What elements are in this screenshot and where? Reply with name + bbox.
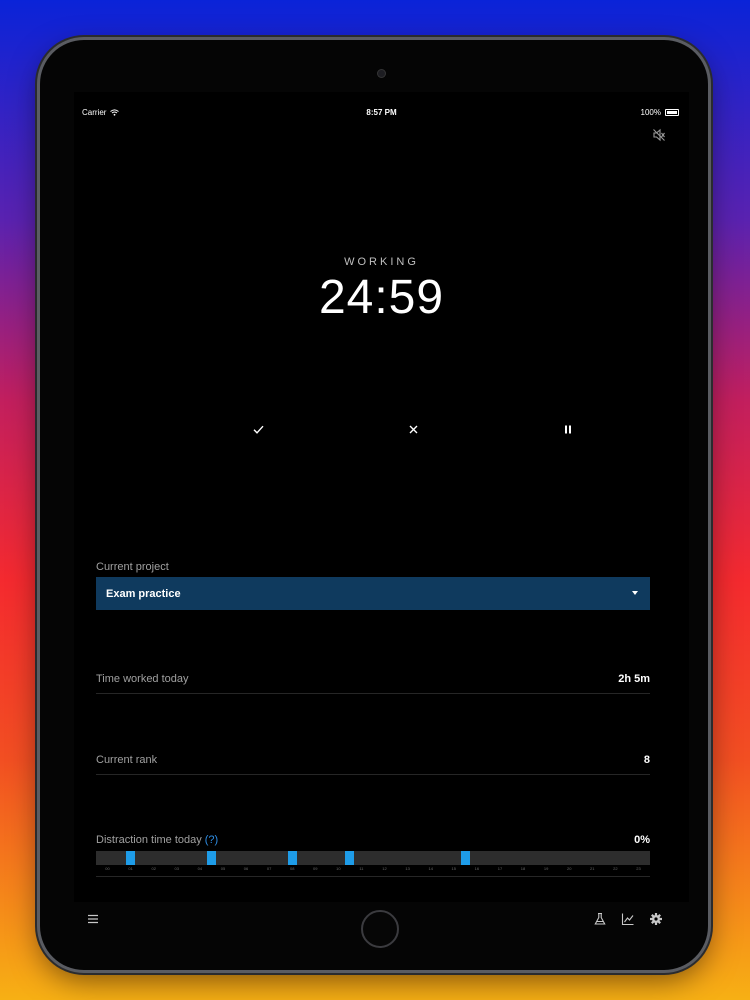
cancel-session-button[interactable] <box>403 421 423 437</box>
gear-icon[interactable] <box>649 912 663 926</box>
timeline-hour-label: 14 <box>428 866 433 871</box>
flask-icon[interactable] <box>593 912 607 926</box>
timeline-hour-label: 03 <box>174 866 180 871</box>
timeline-hour-label: 18 <box>520 866 526 871</box>
timeline-hour-label: 07 <box>266 866 272 871</box>
battery-icon <box>665 109 679 116</box>
complete-session-button[interactable] <box>248 421 268 437</box>
pause-session-button[interactable] <box>558 421 578 437</box>
timeline-hour-label: 12 <box>382 866 387 871</box>
app-screen: Carrier 8:57 PM 100% WORKING 24:59 Curre… <box>74 92 689 926</box>
timeline-hour-label: 13 <box>405 866 410 871</box>
timeline-hour-label: 22 <box>613 866 618 871</box>
check-icon <box>253 425 264 434</box>
chevron-down-icon <box>632 591 638 595</box>
time-worked-value: 2h 5m <box>618 673 650 685</box>
chart-icon[interactable] <box>621 912 635 926</box>
timeline-hour-label: 21 <box>590 866 595 871</box>
timeline-hour-label: 06 <box>243 866 249 871</box>
sound-off-icon[interactable] <box>652 128 666 142</box>
timeline-hour-label: 09 <box>313 866 318 871</box>
divider <box>96 876 650 877</box>
timeline-hour-label: 04 <box>197 866 203 871</box>
time-worked-row: Time worked today 2h 5m <box>96 673 650 694</box>
timeline-hour-label: 20 <box>566 866 572 871</box>
timeline-hour-label: 00 <box>105 866 110 871</box>
rank-label: Current rank <box>96 754 158 766</box>
timer-mode-label: WORKING <box>344 256 419 268</box>
timeline-hour-label: 10 <box>336 866 341 871</box>
timeline-session-mark <box>460 851 470 865</box>
timeline-hour-label: 05 <box>220 866 226 871</box>
project-select[interactable]: Exam practice <box>96 577 650 610</box>
timeline-session-mark <box>287 851 297 865</box>
menu-icon[interactable] <box>86 912 100 926</box>
camera <box>377 69 386 78</box>
distraction-label: Distraction time today <box>96 834 202 846</box>
close-icon <box>409 425 417 433</box>
timeline-hour-label: 01 <box>128 866 133 871</box>
timeline-hour-label: 17 <box>497 866 503 871</box>
rank-row: Current rank 8 <box>96 754 650 775</box>
timeline-session-mark <box>345 851 355 865</box>
status-right: 100% <box>641 108 679 117</box>
tablet-frame: Carrier 8:57 PM 100% WORKING 24:59 Curre… <box>40 40 708 970</box>
timeline-session-mark <box>206 851 216 865</box>
timeline-hour-label: 11 <box>359 866 364 871</box>
timeline-hour-labels: 00 01 02 03 04 05 06 07 08 09 10 11 12 13 14 15 16 17 18 19… <box>96 866 650 874</box>
timeline-hour-label: 15 <box>451 866 457 871</box>
timeline-hour-label: 19 <box>543 866 549 871</box>
home-button[interactable] <box>361 910 399 948</box>
distraction-timeline <box>96 851 650 865</box>
project-label: Current project <box>96 561 169 573</box>
timeline-session-mark <box>126 851 136 865</box>
timeline-hour-label: 23 <box>636 866 641 871</box>
timeline-hour-label: 08 <box>289 866 295 871</box>
distraction-value: 0% <box>634 834 650 846</box>
timeline-hour-label: 16 <box>474 866 480 871</box>
status-bar: Carrier 8:57 PM 100% <box>74 92 689 117</box>
project-select-value: Exam practice <box>106 587 181 600</box>
timeline-hour-label: 02 <box>151 866 156 871</box>
rank-value: 8 <box>643 754 650 766</box>
distraction-help-link[interactable]: (?) <box>205 834 218 846</box>
time-worked-label: Time worked today <box>96 673 189 685</box>
distraction-label-group: Distraction time today (?) <box>96 834 218 846</box>
status-time: 8:57 PM <box>366 108 397 117</box>
timer-countdown: 24:59 <box>318 271 445 324</box>
pause-icon <box>565 425 571 433</box>
battery-percent: 100% <box>640 108 661 117</box>
